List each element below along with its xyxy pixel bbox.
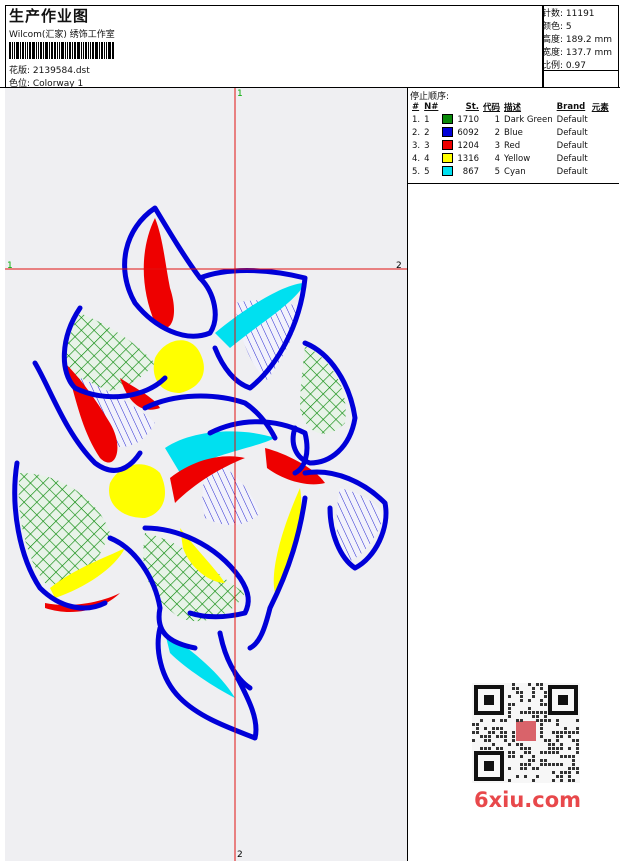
row-stitches: 1710	[457, 114, 480, 125]
row-brand: Default	[556, 114, 588, 125]
row-element	[590, 152, 611, 165]
green-fill-right	[300, 346, 346, 434]
guide-v-bottom-label: 2	[237, 850, 243, 860]
thread-row: 1. 1 1710 1 Dark Green Default	[410, 113, 611, 126]
qr-code	[472, 683, 580, 783]
col-element: 元素	[591, 102, 609, 113]
thread-row: 2. 2 6092 2 Blue Default	[410, 126, 611, 139]
row-stitches: 867	[462, 166, 480, 177]
row-number: 3	[424, 140, 430, 151]
color-swatch	[442, 140, 454, 151]
page-title: 生产作业图	[9, 7, 90, 25]
row-number: 5	[424, 166, 430, 177]
row-code: 4	[494, 153, 501, 164]
barcode	[9, 42, 147, 59]
row-swatch	[440, 152, 455, 165]
stat-width: 宽度: 137.7 mm	[542, 48, 613, 58]
row-number: 1	[424, 114, 430, 125]
row-element	[590, 126, 611, 139]
row-swatch	[440, 113, 455, 126]
color-swatch	[442, 127, 454, 138]
thread-row: 4. 4 1316 4 Yellow Default	[410, 152, 611, 165]
watermark-logo: 6xiu.com	[474, 788, 582, 812]
row-code: 3	[494, 140, 501, 151]
thread-table: # N# St. 代码 描述 Brand 元素 1. 1 1710 1 Dark Gre…	[410, 100, 611, 178]
row-brand: Default	[556, 166, 588, 177]
design-file: 花版: 2139584.dst	[9, 66, 90, 76]
col-color	[440, 100, 455, 113]
row-brand: Default	[556, 153, 588, 164]
row-stitches: 6092	[457, 127, 480, 138]
yellow-center-top	[153, 340, 204, 393]
row-index: 2.	[412, 127, 421, 138]
row-swatch	[440, 126, 455, 139]
color-swatch	[442, 114, 454, 125]
row-code: 5	[494, 166, 501, 177]
row-number: 2	[424, 127, 430, 138]
row-description: Cyan	[504, 166, 526, 177]
col-index: #	[412, 101, 420, 112]
stat-stitches: 针数: 11191	[542, 9, 595, 19]
thread-row: 3. 3 1204 3 Red Default	[410, 139, 611, 152]
col-code: 代码	[483, 102, 501, 113]
row-stitches: 1204	[457, 140, 480, 151]
stat-colors: 颜色: 5	[542, 22, 572, 32]
col-description: 描述	[504, 102, 522, 113]
row-element	[590, 113, 611, 126]
stat-height: 高度: 189.2 mm	[542, 35, 613, 45]
row-index: 5.	[412, 166, 421, 177]
row-description: Red	[504, 140, 521, 151]
studio-name: Wilcom(汇家) 绣饰工作室	[9, 30, 115, 40]
row-element	[590, 139, 611, 152]
guide-h-right-label: 2	[396, 261, 402, 271]
row-brand: Default	[556, 140, 588, 151]
col-number: N#	[424, 101, 439, 112]
row-index: 4.	[412, 153, 421, 164]
row-swatch	[440, 165, 455, 178]
col-stitches: St.	[465, 101, 480, 112]
embroidery-design: 1 2 1 2	[5, 88, 407, 861]
row-description: Blue	[504, 127, 523, 138]
color-swatch	[442, 153, 454, 164]
row-element	[590, 165, 611, 178]
row-number: 4	[424, 153, 430, 164]
row-code: 2	[494, 127, 501, 138]
row-description: Yellow	[504, 153, 531, 164]
design-stats: 针数: 11191 颜色: 5 高度: 189.2 mm 宽度: 137.7 m…	[542, 5, 619, 87]
row-brand: Default	[556, 127, 588, 138]
row-description: Dark Green	[504, 114, 553, 125]
panel-divider	[408, 183, 619, 184]
col-brand: Brand	[556, 101, 586, 112]
row-swatch	[440, 139, 455, 152]
embroidery-canvas: 1 2 1 2	[5, 88, 408, 861]
row-index: 1.	[412, 114, 421, 125]
row-stitches: 1316	[457, 153, 480, 164]
color-swatch	[442, 166, 454, 177]
guide-h-left-label: 1	[7, 261, 13, 271]
header-info: 生产作业图 Wilcom(汇家) 绣饰工作室 花版: 2139584.dst 色…	[5, 5, 543, 89]
row-code: 1	[494, 114, 501, 125]
thread-table-header: # N# St. 代码 描述 Brand 元素	[410, 100, 611, 113]
thread-row: 5. 5 867 5 Cyan Default	[410, 165, 611, 178]
row-index: 3.	[412, 140, 421, 151]
guide-v-top-label: 1	[237, 89, 243, 99]
